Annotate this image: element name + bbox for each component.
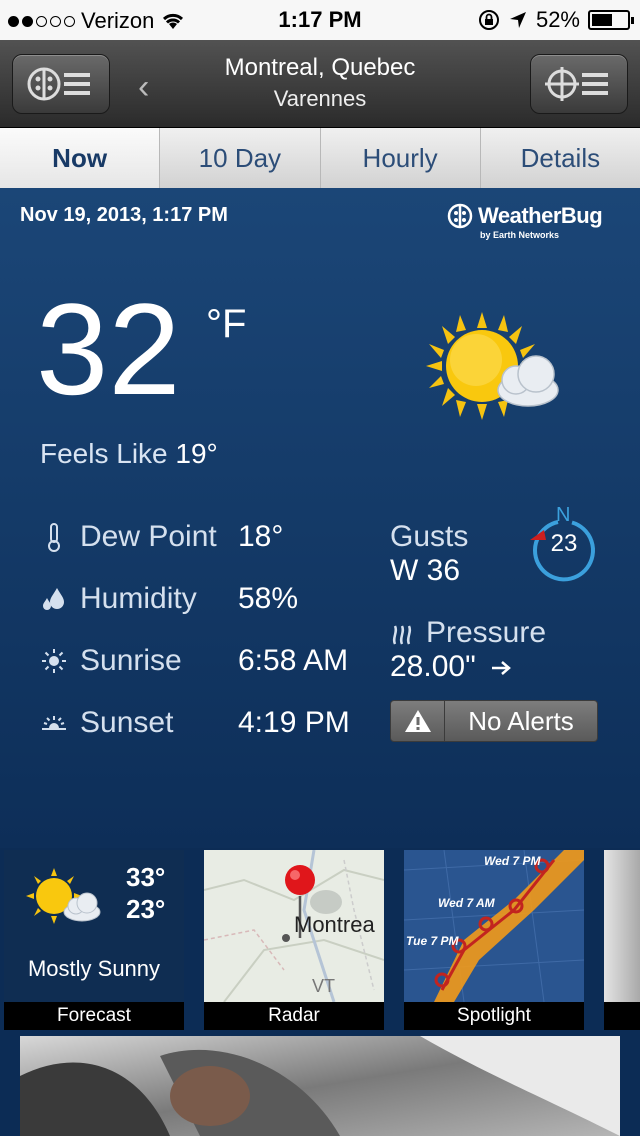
location-arrow-icon (509, 12, 526, 28)
next-tile-peek[interactable] (604, 850, 640, 1030)
location-title[interactable]: Montreal, Quebec Varennes (160, 54, 480, 112)
wind-direction: N (556, 504, 571, 526)
storm-label-2: Wed 7 AM (438, 896, 495, 910)
gusts-value: W 36 (390, 554, 461, 587)
sunset-value: 4:19 PM (238, 706, 350, 739)
dew-point-label: Dew Point (80, 520, 217, 553)
pressure-icon (392, 625, 412, 645)
pressure-label: Pressure (426, 616, 547, 649)
partly-sunny-icon (426, 312, 559, 420)
tab-hourly[interactable]: Hourly (320, 128, 481, 188)
video-preview-image (20, 1036, 620, 1136)
menu-button[interactable] (12, 54, 110, 114)
battery-icon (588, 10, 634, 30)
temperature-unit: °F (206, 302, 247, 346)
brand-name: WeatherBug (478, 203, 603, 228)
radar-caption: Radar (204, 1002, 384, 1030)
view-tabs: Now 10 Day Hourly Details (0, 128, 640, 188)
humidity-value: 58% (238, 582, 299, 615)
crosshair-list-icon (545, 67, 608, 101)
forecast-low: 23° (126, 894, 166, 924)
sunrise-icon (42, 649, 66, 673)
warning-icon (404, 710, 431, 732)
app-header: ‹ Montreal, Quebec Varennes (0, 40, 640, 128)
dew-point-value: 18° (238, 520, 284, 553)
alerts-button[interactable]: No Alerts (390, 700, 598, 742)
forecast-caption: Forecast (4, 1002, 184, 1030)
city-name: Montreal, Quebec (224, 54, 416, 81)
sunrise-label: Sunrise (80, 644, 182, 677)
battery-percent: 52% (535, 7, 580, 32)
storm-label-3: Tue 7 PM (406, 934, 459, 948)
forecast-condition: Mostly Sunny (27, 956, 161, 981)
wind-compass: N 23 (528, 504, 600, 591)
rotation-lock-icon (478, 10, 499, 30)
feels-like-value: 19° (175, 438, 218, 469)
brand-byline: by Earth Networks (480, 230, 560, 240)
feels-like-label: Feels Like (40, 438, 168, 469)
radar-map-state-label: VT (312, 976, 336, 996)
humidity-label: Humidity (80, 582, 197, 615)
sunrise-row: Sunrise 6:58 AM (40, 644, 348, 678)
pressure-value: 28.00" (390, 650, 476, 683)
sunrise-value: 6:58 AM (238, 644, 349, 677)
alerts-label: No Alerts (468, 705, 574, 736)
station-name: Varennes (273, 86, 367, 111)
tab-now[interactable]: Now (0, 128, 161, 188)
status-bar: Verizon 1:17 PM 52% (0, 0, 640, 40)
forecast-high: 33° (126, 862, 166, 892)
news-video-thumbnail[interactable] (20, 1036, 620, 1136)
weatherbug-menu-icon (27, 67, 90, 101)
droplet-icon (43, 588, 64, 610)
feature-tiles: 33° 23° Mostly Sunny Forecast Montrea VT… (0, 848, 640, 1032)
locations-button[interactable] (530, 54, 628, 114)
current-conditions: Nov 19, 2013, 1:17 PM WeatherBug by Eart… (0, 188, 640, 848)
storm-label-1: Wed 7 PM (484, 854, 541, 868)
forecast-tile[interactable]: 33° 23° Mostly Sunny Forecast (4, 850, 184, 1030)
gusts-label: Gusts (390, 520, 469, 553)
sunset-row: Sunset 4:19 PM (40, 706, 350, 740)
mostly-sunny-icon (26, 868, 101, 924)
spotlight-caption: Spotlight (404, 1002, 584, 1030)
wind-speed: 23 (550, 530, 578, 557)
tab-10-day[interactable]: 10 Day (160, 128, 321, 188)
observation-datetime: Nov 19, 2013, 1:17 PM (20, 204, 228, 226)
weatherbug-logo: WeatherBug by Earth Networks (446, 202, 603, 240)
feels-like: Feels Like 19° (40, 438, 218, 470)
pressure-trend-arrow-icon (492, 661, 511, 675)
sunset-label: Sunset (80, 706, 174, 739)
storm-track-map-image (404, 850, 584, 1002)
current-temperature: 32 (36, 276, 181, 422)
humidity-row: Humidity 58% (40, 582, 298, 616)
pressure: Pressure 28.00" (390, 616, 546, 684)
tab-details[interactable]: Details (480, 128, 640, 188)
weatherbug-logo-icon (447, 203, 473, 229)
gusts: Gusts W 36 (390, 520, 468, 588)
radar-map-city-label: Montrea (294, 912, 375, 937)
dew-point-row: Dew Point 18° (40, 520, 283, 554)
radar-tile[interactable]: Montrea VT Radar (204, 850, 384, 1030)
sunset-icon (42, 716, 66, 730)
thermometer-icon (48, 523, 60, 552)
spotlight-tile[interactable]: Wed 7 PM Wed 7 AM Tue 7 PM Spotlight (404, 850, 584, 1030)
back-chevron-icon[interactable]: ‹ (138, 68, 149, 107)
